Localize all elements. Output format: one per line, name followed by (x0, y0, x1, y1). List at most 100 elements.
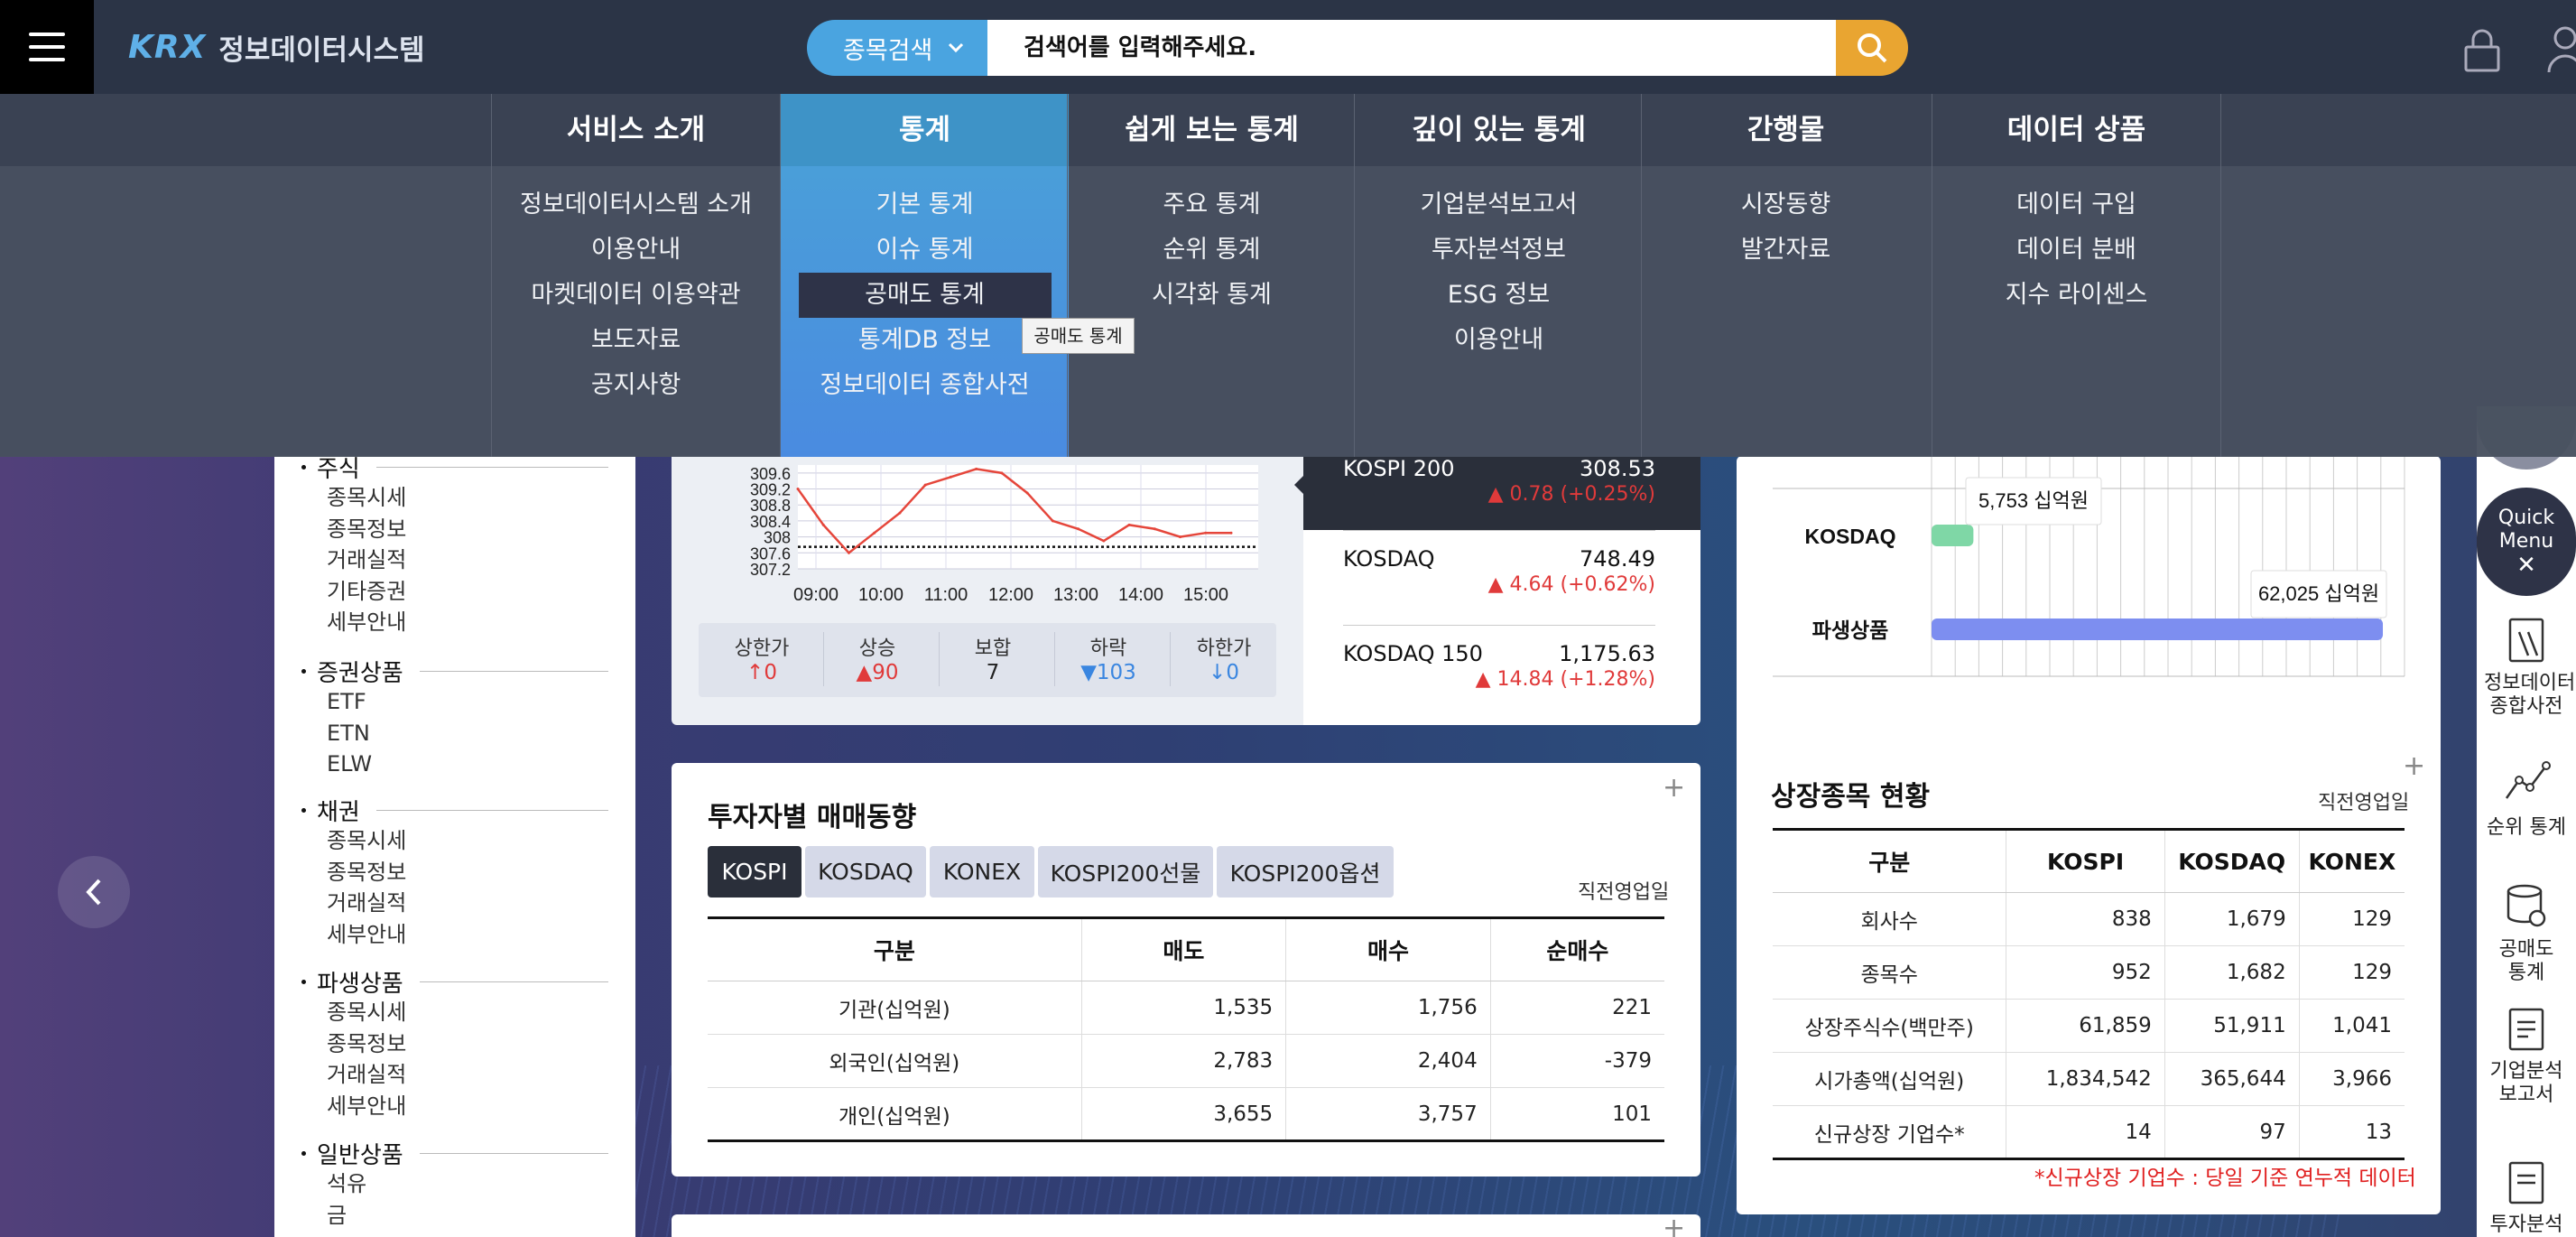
prev-slide-button[interactable] (58, 856, 130, 928)
quick-menu-toggle[interactable]: Quick Menu ✕ (2477, 488, 2576, 596)
sidebar-group-label: 채권 (317, 798, 360, 826)
menu-item-label: 통계DB 정보 (857, 326, 992, 354)
menu-item[interactable]: 주요 통계 (1068, 182, 1356, 228)
menu-item[interactable]: 순위 통계 (1068, 228, 1356, 273)
sidebar-link[interactable]: 세부안내 (301, 919, 608, 951)
market-tab[interactable]: KOSPI (708, 846, 802, 898)
listing-table: 구분 KOSPI KOSDAQ KONEX 회사수 838 1,679 129 종목수 952 1,… (1773, 828, 2405, 1160)
sidebar-link[interactable]: 종목정보 (301, 514, 608, 545)
menu-item[interactable]: 이용안내 (1355, 318, 1643, 363)
menu-item[interactable]: 보도자료 (492, 318, 780, 363)
menu-item[interactable]: 지수 라이센스 (1932, 273, 2220, 318)
menu-item[interactable]: ESG 정보 (1355, 273, 1643, 318)
sidebar-link[interactable]: 세부안내 (301, 1091, 608, 1122)
market-tab[interactable]: KOSPI200선물 (1038, 846, 1213, 898)
data-point (923, 483, 927, 487)
menu-item[interactable]: 시각화 통계 (1068, 273, 1356, 318)
sidebar-group-rule (419, 1152, 608, 1154)
stat-value: 103 (1096, 661, 1136, 684)
menu-heading[interactable]: 쉽게 보는 통계 (1068, 94, 1356, 166)
menu-column: 통계기본 통계 이슈 통계 공매도 통계통계DB 정보정보데이터 종합사전 (780, 94, 1069, 457)
sidebar-link[interactable]: ELW (301, 749, 608, 780)
table-cell: -379 (1489, 1034, 1664, 1088)
market-tab[interactable]: KONEX (930, 846, 1034, 898)
sidebar-link[interactable]: 종목시세 (301, 825, 608, 857)
plus-icon[interactable]: + (2403, 750, 2425, 782)
menu-item[interactable]: 공지사항 (492, 363, 780, 408)
hamburger-menu-icon[interactable] (0, 0, 94, 94)
menu-heading[interactable]: 통계 (781, 94, 1069, 166)
menu-item-label: 시각화 통계 (1152, 281, 1272, 309)
search-input[interactable] (987, 20, 1836, 76)
menu-list: 시장동향 발간자료 (1642, 166, 1930, 273)
index-row[interactable]: KOSDAQ 150 1,175.63 ▲ 14.84 (+1.28%) (1343, 625, 1655, 713)
menu-heading[interactable]: 데이터 상품 (1932, 94, 2220, 166)
index-name: KOSDAQ (1343, 546, 1435, 572)
quick-menu-item[interactable]: 공매도 통계 (2477, 880, 2576, 985)
menu-item[interactable]: 기업분석보고서 (1355, 182, 1643, 228)
menu-item[interactable]: 정보데이터시스템 소개 (492, 182, 780, 228)
search-icon (1858, 33, 1887, 63)
search-category-select[interactable]: 종목검색 (807, 20, 987, 76)
sidebar-group-title[interactable]: 채권 (301, 795, 608, 826)
menu-item[interactable]: 이용안내 (492, 228, 780, 273)
quick-menu-item[interactable]: 투자분석 (2477, 1156, 2576, 1237)
menu-item[interactable]: 데이터 구입 (1932, 182, 2220, 228)
sidebar-group-title[interactable]: 일반상품 (301, 1138, 608, 1169)
market-tab[interactable]: KOSDAQ (805, 846, 926, 898)
sidebar-link[interactable]: 거래실적 (301, 1059, 608, 1091)
sidebar-link[interactable]: 금 (301, 1200, 608, 1232)
sidebar-link[interactable]: 거래실적 (301, 544, 608, 576)
market-tab[interactable]: KOSPI200옵션 (1217, 846, 1394, 898)
menu-heading[interactable]: 간행물 (1642, 94, 1930, 166)
column-header: KOSPI (2006, 828, 2165, 893)
site-logo[interactable]: KRX 정보데이터시스템 (128, 23, 425, 70)
menu-list: 기업분석보고서 투자분석정보 ESG 정보 이용안내 (1355, 166, 1643, 363)
menu-heading[interactable]: 깊이 있는 통계 (1355, 94, 1643, 166)
lock-icon[interactable] (2457, 25, 2507, 76)
quick-menu-item[interactable]: 정보데이터 종합사전 (2477, 614, 2576, 719)
plus-icon[interactable]: + (1663, 772, 1685, 804)
menu-item[interactable]: 공매도 통계 (781, 273, 1069, 318)
menu-item[interactable]: 데이터 분배 (1932, 228, 2220, 273)
index-name: KOSPI 200 (1343, 456, 1455, 481)
menu-item[interactable]: 기본 통계 (781, 182, 1069, 228)
sidebar-link[interactable]: 종목시세 (301, 997, 608, 1028)
menu-item[interactable]: 시장동향 (1642, 182, 1930, 228)
menu-item[interactable]: 발간자료 (1642, 228, 1930, 273)
sidebar-link[interactable]: 종목정보 (301, 1028, 608, 1060)
chevron-down-icon (949, 42, 964, 53)
sidebar-link[interactable]: ETN (301, 718, 608, 749)
sidebar-group-title[interactable]: 파생상품 (301, 966, 608, 998)
menu-item[interactable]: 마켓데이터 이용약관 (492, 273, 780, 318)
sidebar-group-rule (419, 981, 608, 982)
quick-menu-item[interactable]: 순위 통계 (2477, 758, 2576, 840)
table-cell: 3,655 (1080, 1087, 1286, 1142)
plus-icon[interactable]: + (1663, 1213, 1685, 1237)
logo-mark: KRX (128, 28, 207, 66)
stat-arrow: ▲ (856, 661, 873, 684)
sidebar-link[interactable]: 거래실적 (301, 888, 608, 919)
quick-menu-item[interactable]: 기업분석 보고서 (2477, 1002, 2576, 1107)
index-row[interactable]: KOSDAQ 748.49 ▲ 4.64 (+0.62%) (1343, 530, 1655, 618)
sidebar-link[interactable]: 세부안내 (301, 607, 608, 638)
sidebar-link[interactable]: ETF (301, 686, 608, 718)
data-point (1051, 519, 1054, 523)
search-button[interactable] (1836, 20, 1908, 76)
user-icon[interactable] (2545, 22, 2576, 76)
table-cell: 3,757 (1285, 1087, 1491, 1142)
menu-column: 서비스 소개정보데이터시스템 소개 이용안내 마켓데이터 이용약관 보도자료 공지사항 (491, 94, 780, 457)
sidebar-group-title[interactable]: 증권상품 (301, 656, 608, 687)
menu-item[interactable]: 이슈 통계 (781, 228, 1069, 273)
menu-item[interactable]: 투자분석정보 (1355, 228, 1643, 273)
sidebar-link[interactable]: 종목시세 (301, 482, 608, 514)
sidebar-link[interactable]: 종목정보 (301, 857, 608, 888)
menu-item[interactable]: 정보데이터 종합사전 (781, 363, 1069, 408)
sidebar-link[interactable]: 석유 (301, 1168, 608, 1200)
stat-arrow: ↓ (1209, 661, 1227, 684)
sidebar-link[interactable]: 기타증권 (301, 576, 608, 608)
index-row[interactable]: KOSPI 200 308.53 ▲ 0.78 (+0.25%) (1343, 456, 1655, 528)
table-cell: 97 (2164, 1105, 2300, 1160)
data-point (1102, 539, 1106, 543)
menu-heading[interactable]: 서비스 소개 (492, 94, 780, 166)
